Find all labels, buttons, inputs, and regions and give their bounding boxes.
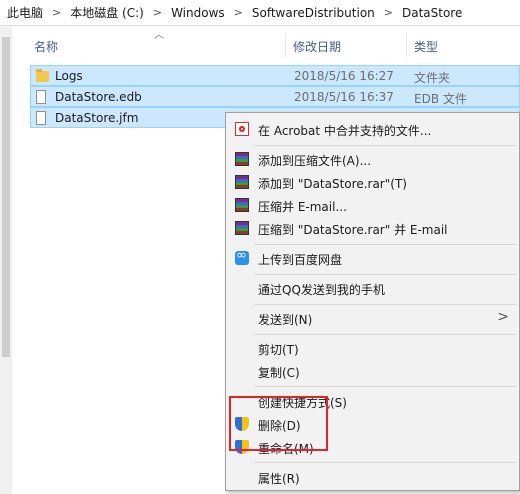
winrar-icon [235, 198, 249, 212]
file-type: EDB 文件 [414, 92, 467, 106]
chevron-right-icon: > [497, 309, 509, 325]
navigation-pane-scrollbar[interactable] [0, 27, 12, 494]
menu-item-baidu-upload[interactable]: 上传到百度网盘 [226, 246, 519, 270]
menu-item-add-to-rar[interactable]: 添加到 "DataStore.rar"(T) [226, 170, 519, 194]
menu-separator [254, 244, 517, 245]
file-icon [36, 90, 46, 104]
menu-separator [254, 334, 517, 335]
menu-item-compress-rar-email[interactable]: 压缩到 "DataStore.rar" 并 E-mail [226, 216, 519, 240]
menu-separator [254, 304, 517, 305]
chevron-right-icon[interactable]: > [147, 6, 168, 19]
folder-icon [36, 69, 49, 82]
menu-label: 压缩并 E-mail... [258, 200, 347, 214]
menu-item-compress-email[interactable]: 压缩并 E-mail... [226, 193, 519, 217]
column-name[interactable]: 名称 [34, 38, 58, 55]
scrollbar-thumb[interactable] [2, 37, 10, 357]
menu-label: 添加到压缩文件(A)... [258, 154, 372, 168]
menu-item-add-to-archive[interactable]: 添加到压缩文件(A)... [226, 147, 519, 171]
baidu-netdisk-icon [235, 248, 249, 265]
menu-separator [254, 274, 517, 275]
menu-label: 删除(D) [258, 419, 301, 433]
file-name: DataStore.edb [55, 90, 142, 104]
menu-item-create-shortcut[interactable]: 创建快捷方式(S) [226, 389, 519, 413]
menu-item-properties[interactable]: 属性(R) [226, 465, 519, 489]
file-date: 2018/5/16 16:27 [294, 69, 394, 83]
column-header: ︿ 名称 修改日期 类型 [30, 27, 520, 61]
uac-shield-icon [235, 417, 249, 431]
menu-label: 通过QQ发送到我的手机 [258, 283, 385, 297]
file-name: Logs [55, 69, 83, 83]
menu-label: 上传到百度网盘 [258, 253, 343, 267]
menu-label: 压缩到 "DataStore.rar" 并 E-mail [258, 223, 448, 237]
acrobat-icon [235, 122, 249, 136]
breadcrumb-datastore[interactable]: DataStore [399, 6, 465, 20]
menu-item-copy[interactable]: 复制(C) [226, 359, 519, 383]
menu-item-delete[interactable]: 删除(D) [226, 412, 519, 436]
winrar-icon [235, 175, 249, 189]
column-date-modified[interactable]: 修改日期 [293, 38, 341, 55]
menu-item-send-qq[interactable]: 通过QQ发送到我的手机 [226, 276, 519, 300]
chevron-right-icon[interactable]: > [46, 6, 67, 19]
column-divider[interactable] [285, 33, 286, 57]
column-type[interactable]: 类型 [414, 38, 438, 55]
file-type: 文件夹 [414, 71, 451, 85]
context-menu: 在 Acrobat 中合并支持的文件... 添加到压缩文件(A)... 添加到 … [225, 112, 520, 491]
menu-separator [254, 462, 517, 463]
menu-item-send-to[interactable]: 发送到(N) > [226, 306, 519, 330]
menu-label: 剪切(T) [258, 343, 299, 357]
menu-label: 属性(R) [258, 472, 300, 486]
breadcrumb-softwaredistribution[interactable]: SoftwareDistribution [249, 6, 378, 20]
sort-ascending-icon: ︿ [154, 30, 164, 41]
chevron-right-icon[interactable]: > [228, 6, 249, 19]
file-row-logs[interactable]: Logs 2018/5/16 16:27 文件夹 [30, 65, 520, 86]
menu-item-rename[interactable]: 重命名(M) [226, 435, 519, 459]
menu-separator [254, 386, 517, 387]
breadcrumb-this-pc[interactable]: 此电脑 [4, 4, 46, 21]
menu-label: 添加到 "DataStore.rar"(T) [258, 177, 407, 191]
menu-item-acrobat-combine[interactable]: 在 Acrobat 中合并支持的文件... [226, 117, 519, 141]
breadcrumb-windows[interactable]: Windows [168, 6, 228, 20]
breadcrumb-local-disk[interactable]: 本地磁盘 (C:) [67, 4, 147, 21]
menu-label: 发送到(N) [258, 313, 313, 327]
column-divider[interactable] [406, 33, 407, 57]
winrar-icon [235, 152, 249, 166]
chevron-right-icon[interactable]: > [378, 6, 399, 19]
breadcrumb: 此电脑 > 本地磁盘 (C:) > Windows > SoftwareDist… [0, 0, 520, 26]
file-icon [36, 111, 46, 125]
menu-separator [254, 145, 517, 146]
file-date: 2018/5/16 16:37 [294, 90, 394, 104]
file-row-datastore-edb[interactable]: DataStore.edb 2018/5/16 16:37 EDB 文件 [30, 86, 520, 107]
menu-label: 复制(C) [258, 366, 300, 380]
menu-label: 创建快捷方式(S) [258, 396, 347, 410]
menu-label: 在 Acrobat 中合并支持的文件... [258, 124, 432, 138]
menu-label: 重命名(M) [258, 442, 314, 456]
menu-item-cut[interactable]: 剪切(T) [226, 336, 519, 360]
file-name: DataStore.jfm [55, 111, 139, 125]
uac-shield-icon [235, 440, 249, 454]
winrar-icon [235, 221, 249, 235]
